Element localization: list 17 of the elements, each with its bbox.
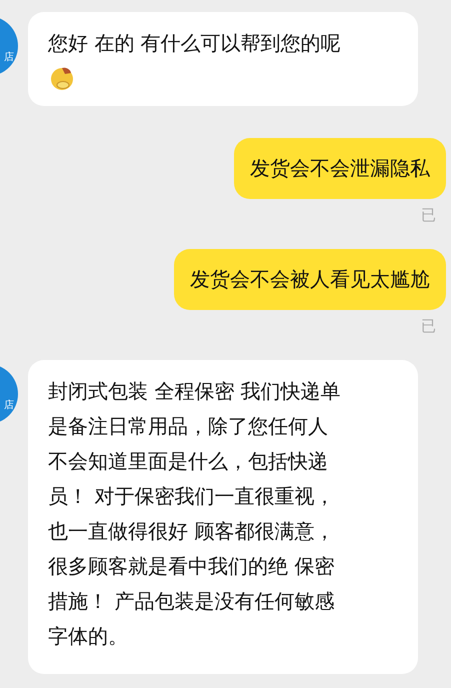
read-status: 已 xyxy=(421,317,436,335)
read-status: 已 xyxy=(421,206,436,224)
message-text: 也一直做得很好 顾客都很满意， xyxy=(48,518,334,545)
message-text: 员！ 对于保密我们一直很重视， xyxy=(48,483,334,510)
message-text: 是备注日常用品，除了您任何人 xyxy=(48,413,328,440)
message-text: 封闭式包装 全程保密 我们快递单 xyxy=(48,378,341,405)
avatar[interactable]: 店 xyxy=(0,16,18,76)
message-text: 发货会不会泄漏隐私 xyxy=(250,155,430,182)
avatar-label: 店 xyxy=(4,50,14,64)
message-text: 字体的。 xyxy=(48,623,128,650)
message-text: 您好 在的 有什么可以帮到您的呢 xyxy=(48,30,341,57)
message-text: 措施！ 产品包装是没有任何敏感 xyxy=(48,588,334,615)
message-text: 很多顾客就是看中我们的绝 保密 xyxy=(48,553,334,580)
avatar-label: 店 xyxy=(4,398,14,412)
message-text: 不会知道里面是什么，包括快递 xyxy=(48,448,328,475)
avatar[interactable]: 店 xyxy=(0,364,18,424)
message-text: 发货会不会被人看见太尴尬 xyxy=(190,266,430,293)
